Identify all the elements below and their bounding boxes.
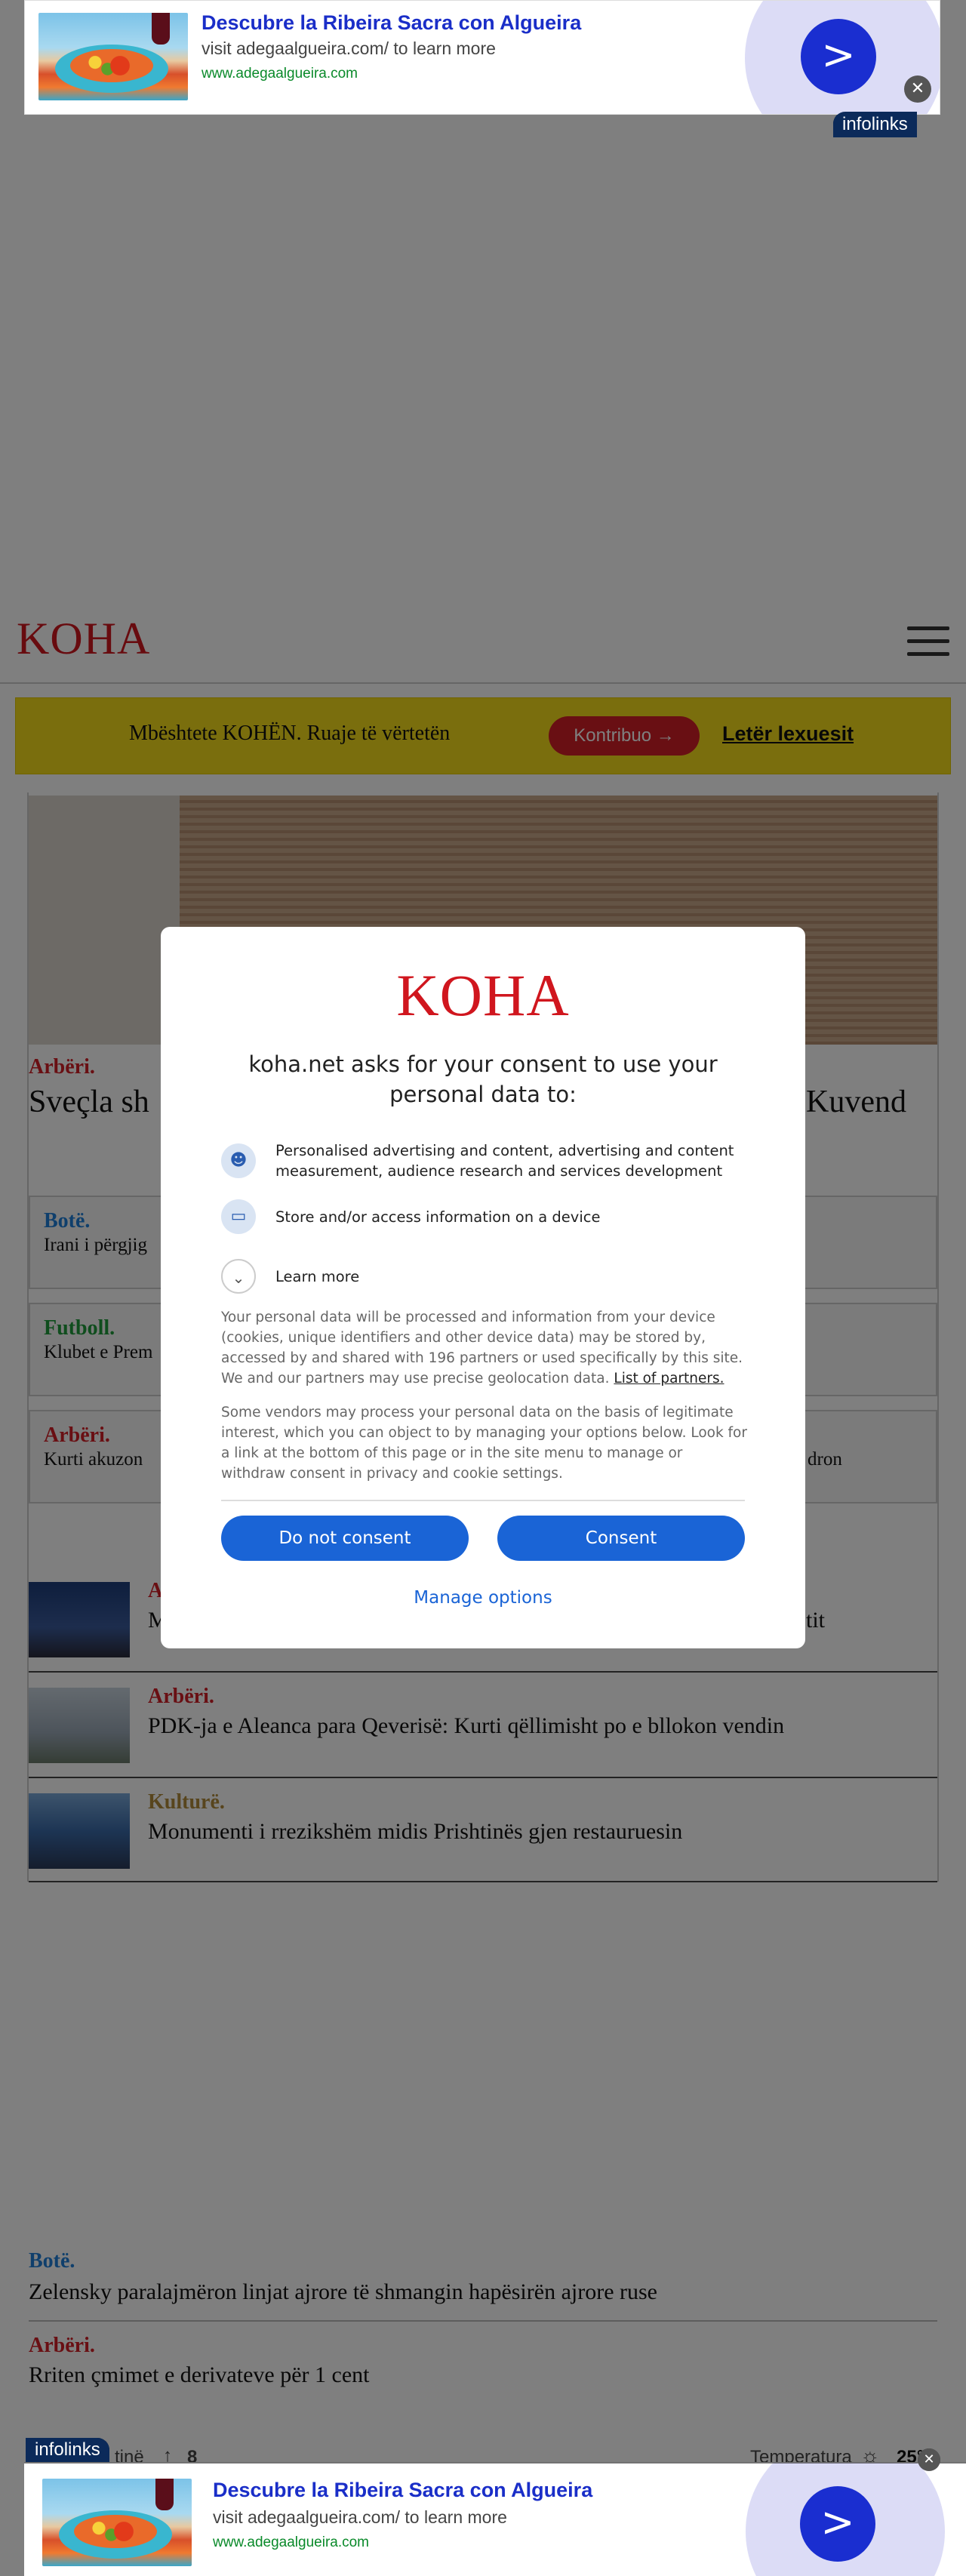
top-ad-banner-visible[interactable]: Descubre la Ribeira Sacra con Algueira v…: [24, 0, 940, 115]
ad-title[interactable]: Descubre la Ribeira Sacra con Algueira: [213, 2479, 592, 2502]
ad-title[interactable]: Descubre la Ribeira Sacra con Algueira: [202, 11, 581, 35]
consent-logo: KOHA: [396, 962, 570, 1028]
ad-arrow-button[interactable]: >: [800, 2486, 875, 2562]
bottom-ad-banner-visible[interactable]: Descubre la Ribeira Sacra con Algueira v…: [24, 2464, 966, 2576]
purpose-item: ☻ Personalised advertising and content, …: [221, 1140, 749, 1186]
purpose-text: Personalised advertising and content, ad…: [275, 1142, 734, 1180]
ad-close-icon[interactable]: ✕: [918, 2448, 940, 2471]
ad-close-icon[interactable]: ✕: [904, 75, 931, 103]
ad-subtitle: visit adegaalgueira.com/ to learn more: [202, 38, 496, 58]
learn-more-toggle[interactable]: ⌄ Learn more: [221, 1259, 749, 1297]
chevron-down-icon[interactable]: ⌄: [221, 1259, 256, 1294]
manage-options-link[interactable]: Manage options: [161, 1588, 805, 1608]
ad-url[interactable]: www.adegaalgueira.com: [202, 66, 358, 82]
consent-button[interactable]: Consent: [497, 1516, 745, 1561]
ad-image[interactable]: [38, 13, 188, 100]
person-icon: ☻: [221, 1143, 256, 1178]
purpose-item: ▭ Store and/or access information on a d…: [221, 1199, 749, 1237]
partners-link[interactable]: List of partners.: [614, 1371, 724, 1386]
ad-subtitle: visit adegaalgueira.com/ to learn more: [213, 2507, 507, 2527]
purpose-text: Store and/or access information on a dev…: [275, 1208, 601, 1226]
ad-arrow-button[interactable]: >: [801, 19, 876, 94]
ad-url[interactable]: www.adegaalgueira.com: [213, 2534, 369, 2551]
device-icon: ▭: [221, 1199, 256, 1234]
do-not-consent-button[interactable]: Do not consent: [221, 1516, 469, 1561]
learn-more-label[interactable]: Learn more: [275, 1266, 359, 1287]
consent-description: Your personal data will be processed and…: [221, 1307, 749, 1389]
infolinks-logo: infolinks: [833, 112, 917, 137]
ad-image[interactable]: [42, 2479, 192, 2566]
infolinks-logo: infolinks: [26, 2438, 109, 2462]
consent-dialog: KOHA koha.net asks for your consent to u…: [161, 927, 805, 1648]
consent-heading: koha.net asks for your consent to use yo…: [248, 1051, 718, 1107]
legitimate-interest-text: Some vendors may process your personal d…: [221, 1405, 747, 1482]
consent-divider: [221, 1500, 745, 1501]
